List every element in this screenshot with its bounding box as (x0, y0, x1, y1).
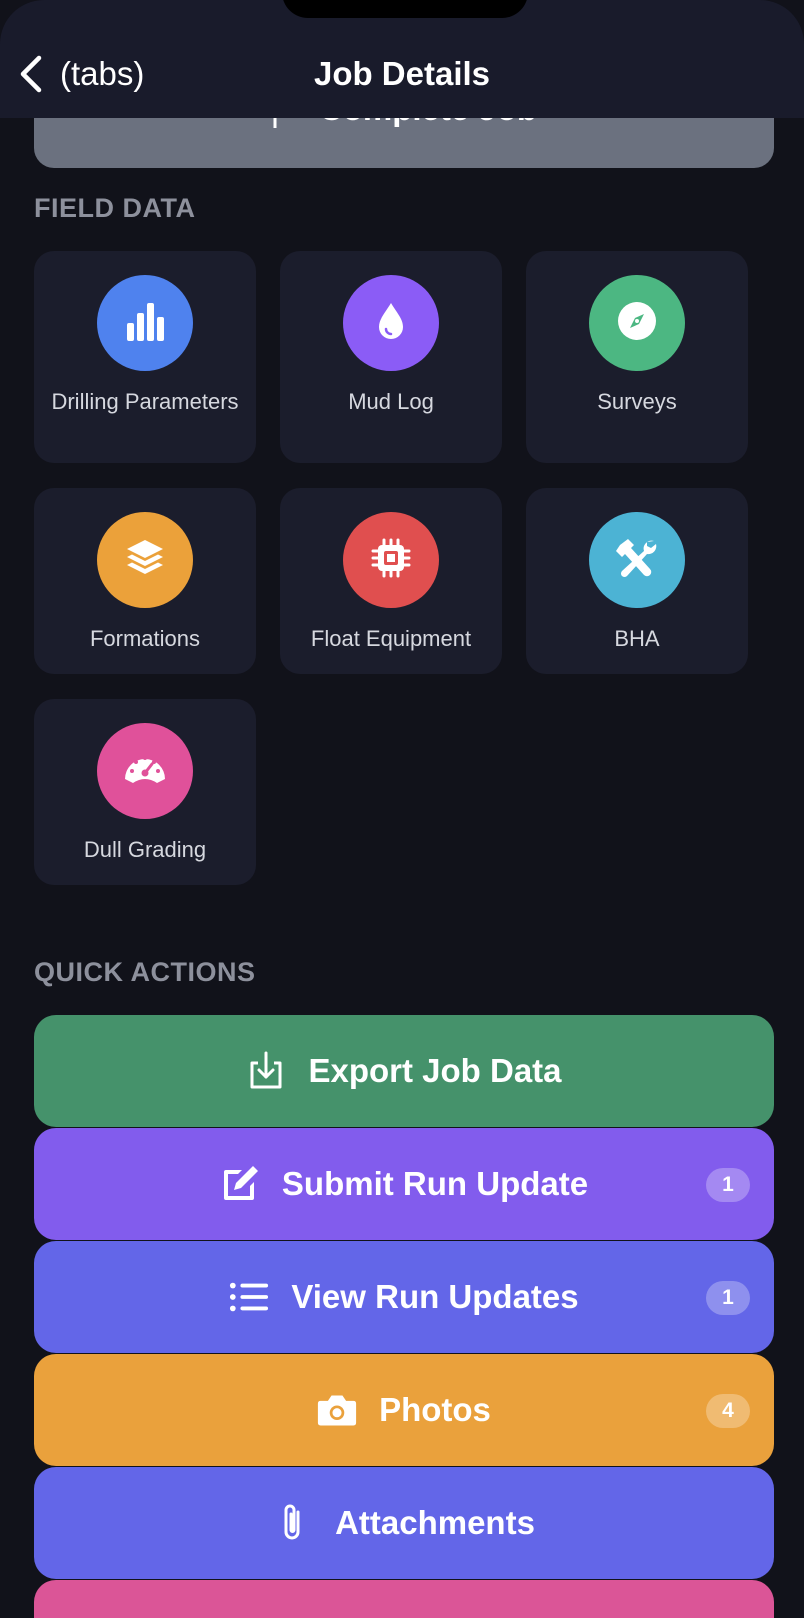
tile-icon-circle (343, 512, 439, 608)
device-notch (282, 0, 528, 18)
tile-icon-circle (589, 512, 685, 608)
action-label: View Run Updates (291, 1278, 579, 1315)
tile-label: Formations (89, 626, 201, 651)
tools-icon (614, 535, 660, 586)
tile-bha[interactable]: BHA (526, 488, 748, 674)
tile-formations[interactable]: Formations (34, 488, 256, 674)
tile-icon-circle (589, 275, 685, 371)
tile-icon-circle (97, 723, 193, 819)
paperclip-icon (273, 1503, 313, 1543)
quick-actions-heading: QUICK ACTIONS (34, 957, 256, 987)
tile-label: Surveys (597, 389, 677, 414)
tile-icon-circle (97, 275, 193, 371)
action-label: Photos (379, 1391, 491, 1428)
view-run-updates-button[interactable]: View Run Updates 1 (34, 1241, 774, 1353)
tile-label: Drilling Parameters (51, 389, 239, 414)
tile-icon-circle (343, 275, 439, 371)
next-action-button[interactable] (34, 1580, 774, 1618)
tile-mud-log[interactable]: Mud Log (280, 251, 502, 463)
camera-icon (317, 1390, 357, 1430)
list-icon (229, 1277, 269, 1317)
photos-button[interactable]: Photos 4 (34, 1354, 774, 1466)
tile-label: BHA (614, 626, 660, 651)
gauge-icon (121, 749, 169, 794)
attachments-button[interactable]: Attachments (34, 1467, 774, 1579)
layers-icon (123, 536, 167, 585)
back-button[interactable]: (tabs) (18, 52, 144, 96)
droplet-icon (371, 299, 411, 348)
navigation-bar: (tabs) Job Details (0, 0, 804, 118)
download-icon (246, 1051, 286, 1091)
count-badge: 4 (706, 1394, 750, 1428)
count-badge: 1 (706, 1168, 750, 1202)
action-label: Attachments (335, 1504, 535, 1541)
back-label: (tabs) (60, 55, 145, 92)
tile-icon-circle (97, 512, 193, 608)
tile-label: Dull Grading (83, 837, 207, 862)
tile-label: Mud Log (348, 389, 434, 414)
chip-icon (369, 536, 413, 585)
submit-run-update-button[interactable]: Submit Run Update 1 (34, 1128, 774, 1240)
field-data-heading: FIELD DATA (34, 193, 196, 223)
tile-float-equipment[interactable]: Float Equipment (280, 488, 502, 674)
action-label: Submit Run Update (281, 1165, 589, 1202)
edit-icon (220, 1164, 260, 1204)
tile-label: Float Equipment (310, 626, 472, 651)
action-label: Export Job Data (308, 1052, 562, 1089)
app-screen: Complete Job (tabs) Job Details FIELD DA… (0, 0, 804, 1618)
compass-icon (616, 300, 658, 347)
tile-dull-grading[interactable]: Dull Grading (34, 699, 256, 885)
count-badge: 1 (706, 1281, 750, 1315)
tile-surveys[interactable]: Surveys (526, 251, 748, 463)
chevron-left-icon (18, 54, 46, 94)
bar-chart-icon (123, 299, 167, 348)
export-job-data-button[interactable]: Export Job Data (34, 1015, 774, 1127)
tile-drilling-parameters[interactable]: Drilling Parameters (34, 251, 256, 463)
